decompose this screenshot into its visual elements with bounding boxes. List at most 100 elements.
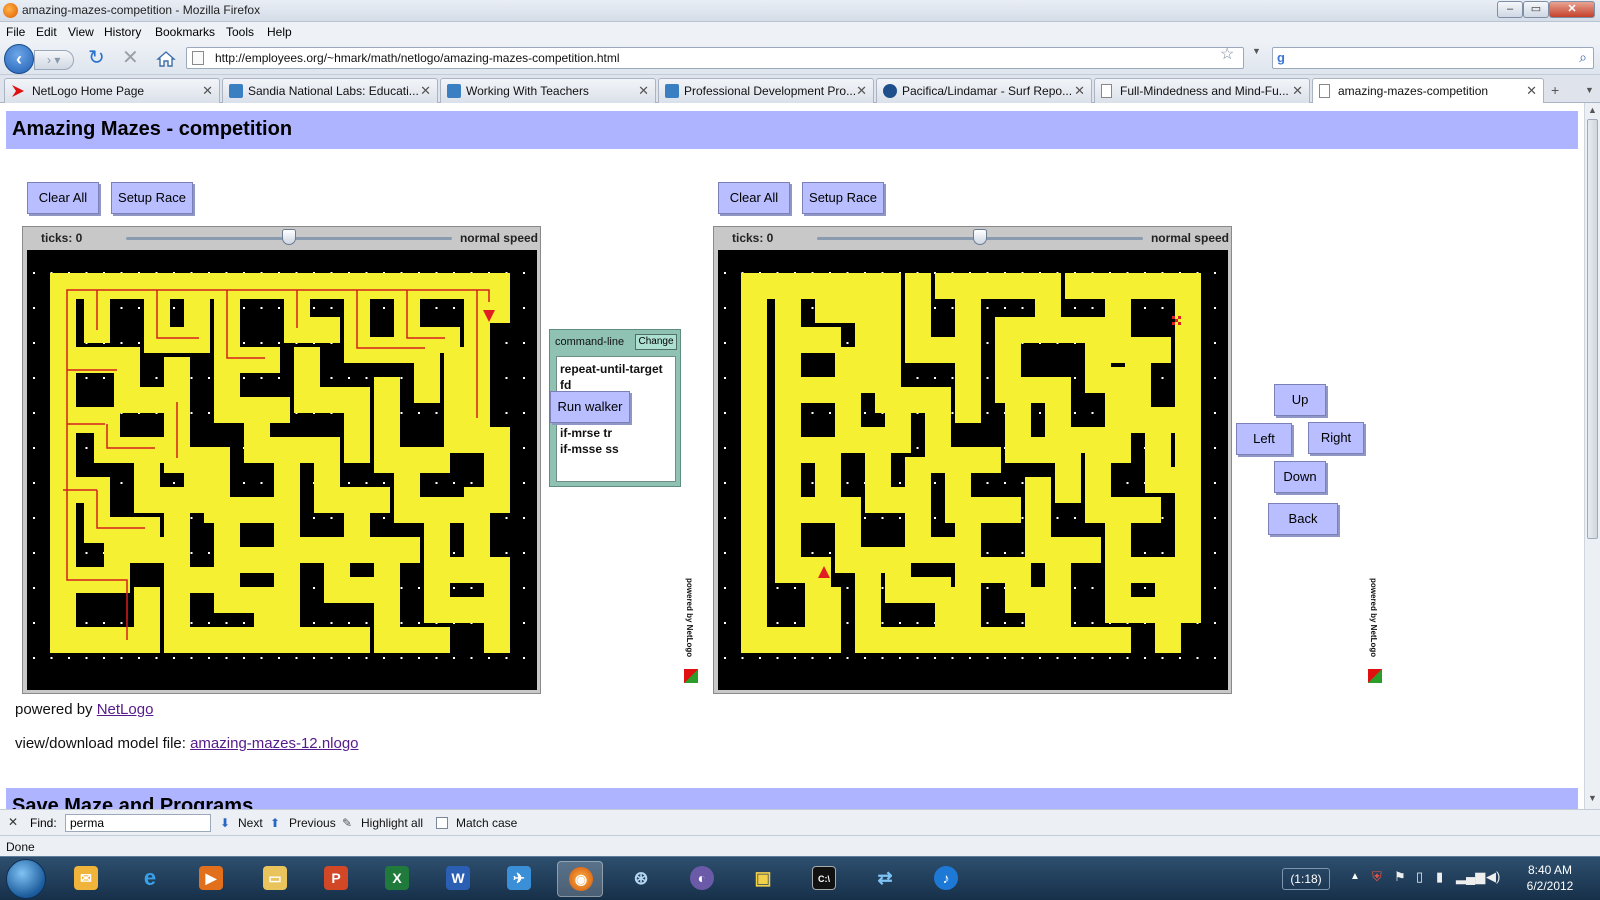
tray-flag-icon[interactable]: ⚑ <box>1394 869 1406 885</box>
close-tab-icon[interactable]: ✕ <box>1526 83 1537 99</box>
clock[interactable]: 8:40 AM 6/2/2012 <box>1508 862 1592 894</box>
eclipse-taskbar-icon[interactable]: ◐ <box>679 861 725 897</box>
close-find-icon[interactable]: ✕ <box>8 815 18 829</box>
tab-working-with-teachers[interactable]: Working With Teachers ✕ <box>440 78 656 103</box>
outlook-taskbar-icon[interactable]: ✉ <box>63 861 109 897</box>
patch-dot <box>208 412 210 414</box>
tab-list-icon[interactable]: ▼ <box>1585 85 1594 95</box>
menu-file[interactable]: File <box>6 25 25 39</box>
highlight-all-button[interactable]: Highlight all <box>361 816 423 830</box>
close-tab-icon[interactable]: ✕ <box>638 83 649 99</box>
close-tab-icon[interactable]: ✕ <box>1074 83 1085 99</box>
down-button[interactable]: Down <box>1274 461 1326 493</box>
netlogo-logo-icon[interactable] <box>1368 669 1382 683</box>
tray-signal-icon[interactable]: ▂▄▆ <box>1456 869 1485 885</box>
minimize-button[interactable]: – <box>1497 1 1523 18</box>
tab-professional-development[interactable]: Professional Development Pro... ✕ <box>658 78 874 103</box>
left-speed-knob[interactable] <box>282 229 296 245</box>
tray-shield-icon[interactable]: ⛨ <box>1372 869 1382 885</box>
patch-dot <box>365 622 368 624</box>
patch-dot <box>365 657 368 659</box>
right-speed-knob[interactable] <box>973 229 987 245</box>
tab-sandia[interactable]: Sandia National Labs: Educati... ✕ <box>222 78 438 103</box>
left-setup-race-button[interactable]: Setup Race <box>111 182 193 214</box>
address-bar[interactable]: http://employees.org/~hmark/math/netlogo… <box>186 47 1244 69</box>
media-player-taskbar-icon[interactable]: ▶ <box>188 861 234 897</box>
scroll-up-icon[interactable]: ▲ <box>1588 105 1597 115</box>
bookmark-star-icon[interactable]: ☆ <box>1220 44 1234 64</box>
back-button[interactable]: ‹ <box>4 44 34 74</box>
excel-taskbar-icon[interactable]: X <box>374 861 420 897</box>
tray-expand-icon[interactable]: ▲ <box>1350 871 1360 882</box>
globe-taskbar-icon[interactable]: ⊛ <box>618 861 664 897</box>
close-tab-icon[interactable]: ✕ <box>420 83 431 99</box>
next-arrow-icon[interactable]: ⬇ <box>220 816 230 830</box>
terminal-taskbar-icon[interactable]: C:\ <box>801 861 847 897</box>
airplane-taskbar-icon[interactable]: ✈ <box>496 861 542 897</box>
vertical-scrollbar[interactable]: ▲ ▼ <box>1584 103 1600 809</box>
menu-edit[interactable]: Edit <box>36 25 57 39</box>
right-button[interactable]: Right <box>1308 422 1364 454</box>
menu-view[interactable]: View <box>68 25 94 39</box>
scroll-thumb[interactable] <box>1587 119 1598 539</box>
find-next-button[interactable]: Next <box>238 816 263 830</box>
previous-arrow-icon[interactable]: ⬆ <box>270 816 280 830</box>
firefox-taskbar-icon[interactable]: ◉ <box>557 861 603 897</box>
word-taskbar-icon[interactable]: W <box>435 861 481 897</box>
search-icon[interactable]: ⌕ <box>1579 49 1587 66</box>
find-previous-button[interactable]: Previous <box>289 816 336 830</box>
run-walker-button[interactable]: Run walker <box>550 391 630 423</box>
right-clear-all-button[interactable]: Clear All <box>718 182 790 214</box>
itunes-taskbar-icon[interactable]: ♪ <box>923 861 969 897</box>
right-maze-canvas[interactable] <box>718 250 1228 690</box>
ie-taskbar-icon[interactable]: e <box>127 861 173 897</box>
stop-icon[interactable]: ✕ <box>122 48 139 68</box>
tab-pacifica-surf[interactable]: Pacifica/Lindamar - Surf Repo... ✕ <box>876 78 1092 103</box>
find-bar: ✕ Find: perma ⬇ Next ⬆ Previous ✎ Highli… <box>0 809 1600 835</box>
right-setup-race-button[interactable]: Setup Race <box>802 182 884 214</box>
patch-dot <box>365 377 368 379</box>
google-icon[interactable]: g <box>1277 50 1293 66</box>
maximize-button[interactable]: ▭ <box>1523 1 1549 18</box>
netlogo-logo-icon[interactable] <box>684 669 698 683</box>
tray-volume-icon[interactable]: ◀) <box>1486 869 1500 885</box>
left-clear-all-button[interactable]: Clear All <box>27 182 99 214</box>
tab-amazing-mazes-competition[interactable]: amazing-mazes-competition ✕ <box>1312 78 1544 104</box>
scroll-down-icon[interactable]: ▼ <box>1588 793 1597 803</box>
explorer-taskbar-icon[interactable]: ▭ <box>252 861 298 897</box>
patch-dot <box>523 342 525 344</box>
left-maze-canvas[interactable] <box>27 250 537 690</box>
patch-dot <box>969 657 971 659</box>
netlogo-link[interactable]: NetLogo <box>97 701 154 718</box>
close-tab-icon[interactable]: ✕ <box>1292 83 1303 99</box>
url-dropdown-icon[interactable]: ▼ <box>1252 46 1261 56</box>
up-button[interactable]: Up <box>1274 384 1326 416</box>
network-taskbar-icon[interactable]: ⇄ <box>862 861 908 897</box>
match-case-checkbox[interactable] <box>436 817 448 829</box>
model-file-link[interactable]: amazing-mazes-12.nlogo <box>190 735 358 752</box>
tray-device-icon[interactable]: ▯ <box>1416 869 1423 885</box>
left-button[interactable]: Left <box>1236 423 1292 455</box>
menu-bookmarks[interactable]: Bookmarks <box>155 25 215 39</box>
menu-history[interactable]: History <box>104 25 141 39</box>
battery-timer[interactable]: (1:18) <box>1282 868 1330 890</box>
menu-help[interactable]: Help <box>267 25 292 39</box>
find-input[interactable]: perma <box>65 814 211 832</box>
home-icon[interactable] <box>156 50 176 68</box>
menu-tools[interactable]: Tools <box>226 25 254 39</box>
close-tab-icon[interactable]: ✕ <box>856 83 867 99</box>
search-bar[interactable]: g ⌕ <box>1272 47 1594 69</box>
lock-taskbar-icon[interactable]: ▣ <box>740 861 786 897</box>
close-button[interactable]: ✕ <box>1549 1 1595 18</box>
reload-icon[interactable]: ↻ <box>88 48 105 68</box>
change-button[interactable]: Change <box>635 334 677 350</box>
forward-button[interactable]: › ▾ <box>34 50 74 70</box>
new-tab-icon[interactable]: + <box>1551 82 1559 98</box>
back-button-maze[interactable]: Back <box>1268 503 1338 535</box>
tray-battery-icon[interactable]: ▮ <box>1436 869 1443 885</box>
close-tab-icon[interactable]: ✕ <box>202 83 213 99</box>
tab-netlogo-home[interactable]: NetLogo Home Page ✕ <box>4 78 220 103</box>
tab-full-mindedness[interactable]: Full-Mindedness and Mind-Fu... ✕ <box>1094 78 1310 103</box>
start-button[interactable] <box>6 859 46 899</box>
powerpoint-taskbar-icon[interactable]: P <box>313 861 359 897</box>
